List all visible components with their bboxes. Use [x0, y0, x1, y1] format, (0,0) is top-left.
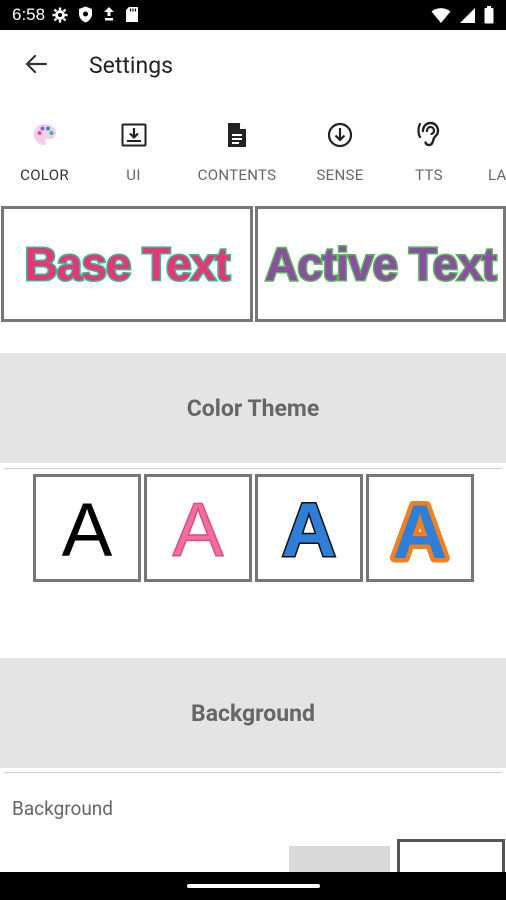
svg-text:A: A — [393, 490, 448, 568]
theme-option-blue-black[interactable]: A — [255, 474, 363, 582]
active-text-preview[interactable]: Active Text — [255, 206, 506, 322]
svg-text:A: A — [62, 488, 113, 568]
tab-color[interactable]: COLOR — [0, 102, 89, 206]
theme-option-black[interactable]: A — [33, 474, 141, 582]
base-text-sample: Base Text — [23, 237, 232, 292]
hearing-icon — [417, 121, 441, 149]
tab-contents[interactable]: CONTENTS — [188, 102, 286, 206]
status-time: 6:58 — [12, 5, 46, 24]
svg-text:A: A — [173, 488, 224, 568]
tab-tts[interactable]: TTS — [390, 102, 468, 206]
tab-label: CONTENTS — [197, 166, 277, 184]
app-bar: Settings — [0, 30, 506, 102]
section-title: Background — [191, 699, 315, 727]
arrow-back-icon — [25, 53, 48, 79]
page-title: Settings — [89, 52, 173, 79]
theme-letter: A — [62, 488, 113, 568]
background-option-white[interactable] — [397, 839, 505, 876]
data-saver-icon — [103, 6, 115, 28]
status-icons-right — [431, 6, 494, 29]
gear-icon — [52, 7, 68, 28]
svg-text:A: A — [282, 488, 337, 568]
text-preview-row: Base Text Active Text — [0, 206, 506, 328]
theme-letter: A — [388, 488, 452, 568]
theme-letter: A — [172, 488, 225, 568]
back-button[interactable] — [20, 50, 52, 82]
download-box-icon — [121, 121, 147, 149]
tab-ui[interactable]: UI — [89, 102, 178, 206]
palette-icon — [32, 121, 58, 149]
divider — [4, 468, 502, 469]
wifi-icon — [431, 7, 451, 29]
tab-label: UI — [126, 166, 141, 184]
tab-label: LA — [488, 166, 506, 184]
arrow-circle-down-icon — [327, 121, 353, 149]
signal-icon — [459, 7, 476, 29]
theme-letter: A — [280, 488, 338, 568]
home-handle[interactable] — [187, 884, 320, 888]
tab-la[interactable]: LA — [478, 102, 506, 206]
battery-icon — [484, 6, 494, 29]
theme-option-blue-orange[interactable]: A — [366, 474, 474, 582]
divider — [4, 772, 502, 773]
background-label: Background — [12, 797, 114, 820]
status-bar: 6:58 — [0, 0, 506, 30]
document-icon — [227, 121, 247, 149]
sd-card-icon — [125, 6, 139, 28]
theme-option-pink[interactable]: A — [144, 474, 252, 582]
shield-icon — [78, 6, 93, 28]
settings-tabs: COLOR UI CONTENTS SENSE TTS LA — [0, 102, 506, 206]
background-header: Background — [0, 658, 506, 768]
tab-label: COLOR — [20, 166, 69, 184]
base-text-preview[interactable]: Base Text — [1, 206, 253, 322]
navigation-bar — [0, 872, 506, 900]
tab-label: TTS — [415, 166, 443, 184]
section-title: Color Theme — [186, 394, 320, 422]
tab-label: SENSE — [316, 166, 364, 184]
active-text-sample: Active Text — [263, 237, 498, 292]
color-theme-options: A A A A — [33, 474, 475, 584]
color-theme-header: Color Theme — [0, 353, 506, 463]
status-icons-left — [52, 6, 139, 28]
tab-sense[interactable]: SENSE — [300, 102, 380, 206]
